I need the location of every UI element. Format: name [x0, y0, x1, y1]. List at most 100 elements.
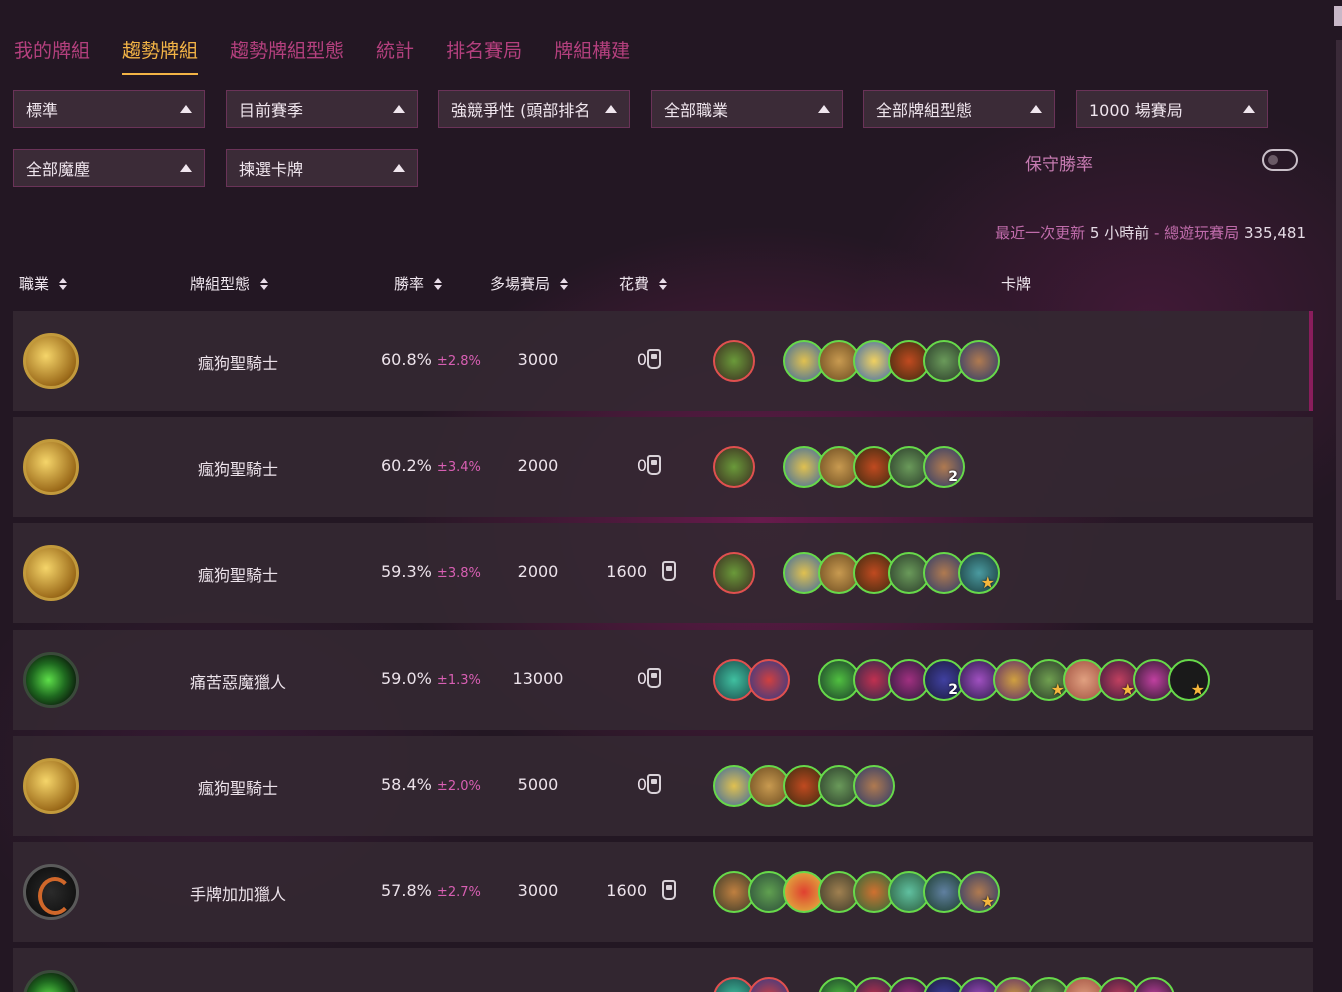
sort-icon	[59, 277, 68, 290]
col-header-class[interactable]: 職業	[19, 273, 68, 294]
dust-cost: 0	[636, 669, 647, 688]
card-icon[interactable]: ★	[958, 552, 1000, 594]
winrate-ci: ±3.4%	[436, 460, 481, 475]
nav-tabs: 我的牌組 趨勢牌組 趨勢牌組型態 統計 排名賽局 牌組構建	[14, 36, 630, 75]
tab-ranked-games[interactable]: 排名賽局	[446, 36, 522, 75]
card-icon[interactable]: ★	[1168, 659, 1210, 701]
dust-icon	[647, 774, 661, 794]
col-header-cost-label: 花費	[619, 275, 650, 293]
card-icon[interactable]: 2	[923, 446, 965, 488]
winrate: 58.4% ±2.0%	[381, 775, 481, 794]
toggle-knob	[1268, 155, 1278, 165]
col-header-cards: 卡牌	[1001, 275, 1032, 293]
table-row[interactable]: 手牌加加獵人 57.8% ±2.7% 3000 1600 ★	[13, 842, 1313, 942]
dust-dropdown[interactable]: 全部魔塵	[13, 149, 205, 187]
card-picker-label: 揀選卡牌	[239, 160, 304, 179]
winrate-value: 59.3%	[381, 562, 432, 581]
col-header-games[interactable]: 多場賽局	[490, 273, 569, 294]
paladin-icon	[23, 545, 79, 601]
col-header-cost[interactable]: 花費	[619, 273, 668, 294]
table-row[interactable]: 瘋狗聖騎士 58.4% ±2.0% 5000 0	[13, 736, 1313, 836]
col-header-archetype-label: 牌組型態	[190, 275, 251, 293]
winrate-ci: ±2.7%	[436, 885, 481, 900]
rank-dropdown-label: 強競爭性 (頭部排名	[451, 101, 591, 120]
winrate-ci: ±1.3%	[436, 673, 481, 688]
dust-icon	[662, 561, 676, 581]
paladin-icon	[23, 333, 79, 389]
total-games-value: 335,481	[1243, 224, 1306, 242]
card-icon[interactable]	[713, 340, 755, 382]
games-dropdown[interactable]: 1000 場賽局	[1076, 90, 1268, 128]
separator: -	[1149, 224, 1165, 242]
scrollbar[interactable]	[1336, 40, 1342, 600]
conservative-winrate-toggle[interactable]	[1262, 149, 1298, 171]
conservative-winrate-label: 保守勝率	[1025, 155, 1093, 175]
archetype-name: 瘋狗聖騎士	[197, 779, 278, 798]
card-icon[interactable]	[748, 659, 790, 701]
table-row[interactable]	[13, 948, 1313, 992]
card-icon[interactable]	[748, 977, 790, 992]
caret-up-icon	[818, 105, 830, 113]
table-row[interactable]: 瘋狗聖騎士 59.3% ±3.8% 2000 1600 ★	[13, 523, 1313, 623]
table-row[interactable]: 瘋狗聖騎士 60.8% ±2.8% 3000 0	[13, 311, 1313, 411]
winrate-ci: ±2.0%	[436, 779, 481, 794]
dust-cost: 1600	[606, 881, 647, 900]
demon-hunter-icon	[23, 970, 79, 992]
dust-icon	[647, 349, 661, 369]
legendary-star-icon: ★	[1190, 680, 1205, 699]
archetype-name: 瘋狗聖騎士	[197, 460, 278, 479]
col-header-winrate[interactable]: 勝率	[394, 273, 443, 294]
tab-deck-builder[interactable]: 牌組構建	[554, 36, 630, 75]
card-count-badge: 2	[948, 469, 958, 485]
sort-icon	[560, 277, 569, 290]
dust-cost: 1600	[606, 562, 647, 581]
archetype-name: 瘋狗聖騎士	[197, 566, 278, 585]
class-dropdown[interactable]: 全部職業	[651, 90, 843, 128]
caret-up-icon	[180, 164, 192, 172]
winrate-ci: ±2.8%	[436, 354, 481, 369]
archetype-name: 痛苦惡魔獵人	[189, 673, 286, 692]
card-picker-dropdown[interactable]: 揀選卡牌	[226, 149, 418, 187]
winrate-value: 60.8%	[381, 350, 432, 369]
season-dropdown[interactable]: 目前賽季	[226, 90, 418, 128]
format-dropdown[interactable]: 標準	[13, 90, 205, 128]
col-header-winrate-label: 勝率	[394, 275, 425, 293]
dust-icon	[662, 880, 676, 900]
dust-icon	[647, 668, 661, 688]
caret-up-icon	[1243, 105, 1255, 113]
caret-up-icon	[180, 105, 192, 113]
caret-up-icon	[605, 105, 617, 113]
table-row[interactable]: 痛苦惡魔獵人 59.0% ±1.3% 13000 0 2 ★ ★ ★	[13, 630, 1313, 730]
winrate-value: 58.4%	[381, 775, 432, 794]
hunter-icon	[23, 864, 79, 920]
archetype-name: 瘋狗聖騎士	[197, 354, 278, 373]
card-icon[interactable]: ★	[958, 871, 1000, 913]
rank-dropdown[interactable]: 強競爭性 (頭部排名	[438, 90, 630, 128]
dust-dropdown-label: 全部魔塵	[26, 160, 91, 179]
paladin-icon	[23, 439, 79, 495]
dust-icon	[647, 455, 661, 475]
games-count: 13000	[512, 669, 564, 688]
tab-trending-archetypes[interactable]: 趨勢牌組型態	[230, 36, 344, 75]
col-header-games-label: 多場賽局	[490, 275, 551, 293]
tab-my-decks[interactable]: 我的牌組	[14, 36, 90, 75]
tab-stats[interactable]: 統計	[376, 36, 414, 75]
paladin-icon	[23, 758, 79, 814]
card-icon[interactable]	[1133, 977, 1175, 992]
sort-icon	[659, 277, 668, 290]
col-header-class-label: 職業	[19, 275, 50, 293]
col-header-archetype[interactable]: 牌組型態	[190, 273, 269, 294]
winrate-value: 60.2%	[381, 456, 432, 475]
card-icon[interactable]	[853, 765, 895, 807]
card-icon[interactable]	[713, 552, 755, 594]
tab-trending-decks[interactable]: 趨勢牌組	[122, 36, 199, 75]
card-icon[interactable]	[713, 446, 755, 488]
sort-icon	[260, 277, 269, 290]
table-row[interactable]: 瘋狗聖騎士 60.2% ±3.4% 2000 0 2	[13, 417, 1313, 517]
last-updated-label: 最近一次更新	[995, 224, 1086, 242]
winrate: 59.0% ±1.3%	[381, 669, 481, 688]
total-games-label: 總遊玩賽局	[1164, 224, 1240, 242]
archetype-dropdown[interactable]: 全部牌組型態	[863, 90, 1055, 128]
card-icon[interactable]	[958, 340, 1000, 382]
sort-icon	[434, 277, 443, 290]
